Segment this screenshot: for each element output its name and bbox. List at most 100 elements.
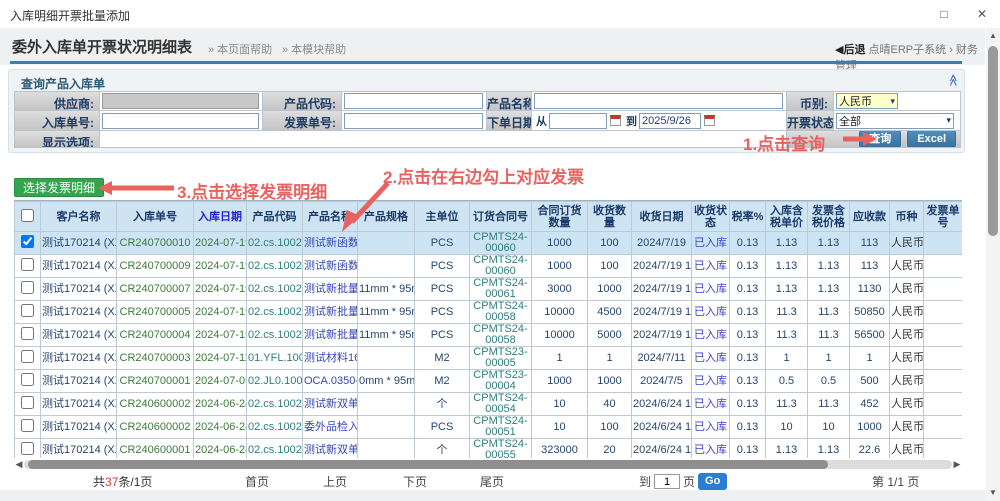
table-cell: 2024/7/19 10 <box>632 324 692 347</box>
table-cell: 测试170214 (XX) <box>41 255 117 278</box>
table-cell: 已入库 <box>692 301 730 324</box>
page-number-input[interactable] <box>654 474 680 489</box>
close-icon[interactable]: ✕ <box>974 6 990 22</box>
table-row: 测试170214 (XX)CR2406000022024-06-2402.cs.… <box>15 393 963 416</box>
table-cell: 1.13 <box>808 278 850 301</box>
table-cell: CPMTS24-00058 <box>470 301 532 324</box>
annotation-step2: 2.点击在右边勾上对应发票 <box>383 163 584 188</box>
supplier-label: 供应商: <box>15 92 100 110</box>
row-checkbox[interactable] <box>21 327 34 340</box>
table-row: 测试170214 (XX)CR2407000042024-07-1902.cs.… <box>15 324 963 347</box>
table-cell <box>358 255 415 278</box>
maximize-icon[interactable]: □ <box>936 6 952 22</box>
scroll-down-icon[interactable]: ▼ <box>988 488 998 497</box>
table-cell: 测试170214 (XX) <box>41 347 117 370</box>
table-row: 测试170214 (XX)CR2407000052024-07-1902.cs.… <box>15 301 963 324</box>
receipt-no-label: 入库单号: <box>15 111 100 130</box>
row-select-cell <box>15 439 41 459</box>
prev-page-link[interactable]: 上页 <box>323 473 347 490</box>
table-cell: 2024/6/24 16 <box>632 416 692 439</box>
goto-page-label: 到 <box>639 473 651 490</box>
back-button[interactable]: ◀后退 <box>835 44 865 56</box>
table-cell: 测试170214 (XX) <box>41 370 117 393</box>
window-title: 入库明细开票批量添加 <box>10 7 130 24</box>
scroll-right-icon[interactable]: ▶ <box>952 459 962 470</box>
first-page-link[interactable]: 首页 <box>245 473 269 490</box>
table-cell: 1.13 <box>808 232 850 255</box>
vertical-scroll-thumb[interactable] <box>988 46 998 236</box>
column-header: 订货合同号 <box>470 202 532 232</box>
horizontal-scroll-thumb[interactable] <box>28 460 828 469</box>
row-checkbox[interactable] <box>21 396 34 409</box>
select-all-checkbox[interactable] <box>21 209 34 222</box>
collapse-panel-icon[interactable]: ≪ <box>946 74 960 87</box>
column-header: 收货状态 <box>692 202 730 232</box>
date-to-input[interactable] <box>639 113 701 129</box>
search-button[interactable]: 查询 <box>859 131 901 147</box>
table-cell: 2024/7/5 <box>632 370 692 393</box>
horizontal-scroll-track[interactable] <box>24 460 952 469</box>
excel-button[interactable]: Excel <box>907 131 956 147</box>
row-checkbox[interactable] <box>21 281 34 294</box>
table-cell <box>924 301 963 324</box>
table-cell: 个 <box>415 393 470 416</box>
calendar-icon[interactable] <box>704 115 715 126</box>
table-cell: 2024-07-19 <box>194 255 247 278</box>
table-row: 测试170214 (XX)CR2407000012024-07-0502.JL0… <box>15 370 963 393</box>
receipt-no-input[interactable] <box>102 113 259 129</box>
date-from-input[interactable] <box>549 113 607 129</box>
row-checkbox[interactable] <box>21 442 34 455</box>
invoice-status-select[interactable]: 全部▾ <box>836 113 954 129</box>
table-cell: 10000 <box>532 324 588 347</box>
query-panel: 查询产品入库单 ≪ 供应商: 产品代码: 产品名称: 币别: 人民币▾ 入库单号… <box>8 69 965 153</box>
table-cell: 1 <box>850 347 890 370</box>
last-page-link[interactable]: 尾页 <box>480 473 504 490</box>
row-select-cell <box>15 393 41 416</box>
table-cell: 0.13 <box>730 370 766 393</box>
row-checkbox[interactable] <box>21 419 34 432</box>
invoice-status-label: 开票状态: <box>787 111 834 130</box>
table-cell: 人民币 <box>890 301 924 324</box>
next-page-link[interactable]: 下页 <box>403 473 427 490</box>
row-select-cell <box>15 232 41 255</box>
select-invoice-detail-button[interactable]: 选择发票明细 <box>14 178 104 197</box>
select-all-header <box>15 202 41 232</box>
currency-select[interactable]: 人民币▾ <box>836 93 898 109</box>
module-help-link[interactable]: » 本模块帮助 <box>282 41 346 57</box>
table-cell: 测试新函数成 <box>303 232 358 255</box>
go-button[interactable]: Go <box>698 473 727 490</box>
table-cell: 测试170214 (XX) <box>41 439 117 459</box>
table-cell: 已入库 <box>692 347 730 370</box>
product-name-input[interactable] <box>534 93 783 109</box>
table-cell: 已入库 <box>692 255 730 278</box>
page-help-link[interactable]: » 本页面帮助 <box>208 41 272 57</box>
product-code-input[interactable] <box>344 93 483 109</box>
horizontal-scrollbar[interactable]: ◀ ▶ <box>14 459 962 470</box>
footer-strip <box>0 490 986 501</box>
table-row: 测试170214 (XX)CR2407000092024-07-1902.cs.… <box>15 255 963 278</box>
row-checkbox[interactable] <box>21 304 34 317</box>
scroll-left-icon[interactable]: ◀ <box>14 459 24 470</box>
table-cell: 0.13 <box>730 439 766 459</box>
scroll-up-icon[interactable]: ▲ <box>988 31 998 40</box>
calendar-icon[interactable] <box>610 115 621 126</box>
table-cell: 11.3 <box>808 324 850 347</box>
table-cell: 1130 <box>850 278 890 301</box>
column-header[interactable]: 入库日期 <box>194 202 247 232</box>
table-cell: CPMTS24-00054 <box>470 393 532 416</box>
row-checkbox[interactable] <box>21 350 34 363</box>
invoice-no-input[interactable] <box>344 113 483 129</box>
table-cell: 11.3 <box>808 301 850 324</box>
row-checkbox[interactable] <box>21 258 34 271</box>
row-checkbox[interactable] <box>21 373 34 386</box>
table-cell: 11.3 <box>808 393 850 416</box>
vertical-scrollbar[interactable]: ▲ ▼ <box>986 28 1000 501</box>
table-cell: 人民币 <box>890 324 924 347</box>
row-checkbox[interactable] <box>21 235 34 248</box>
table-cell: CR240700007 <box>117 278 194 301</box>
table-row: 测试170214 (XX)CR2406000022024-06-2402.cs.… <box>15 416 963 439</box>
table-cell: CPMTS24-00051 <box>470 416 532 439</box>
record-count: 共37条/1页 <box>93 473 152 490</box>
table-cell: 452 <box>850 393 890 416</box>
table-cell: CPMTS24-00055 <box>470 439 532 459</box>
